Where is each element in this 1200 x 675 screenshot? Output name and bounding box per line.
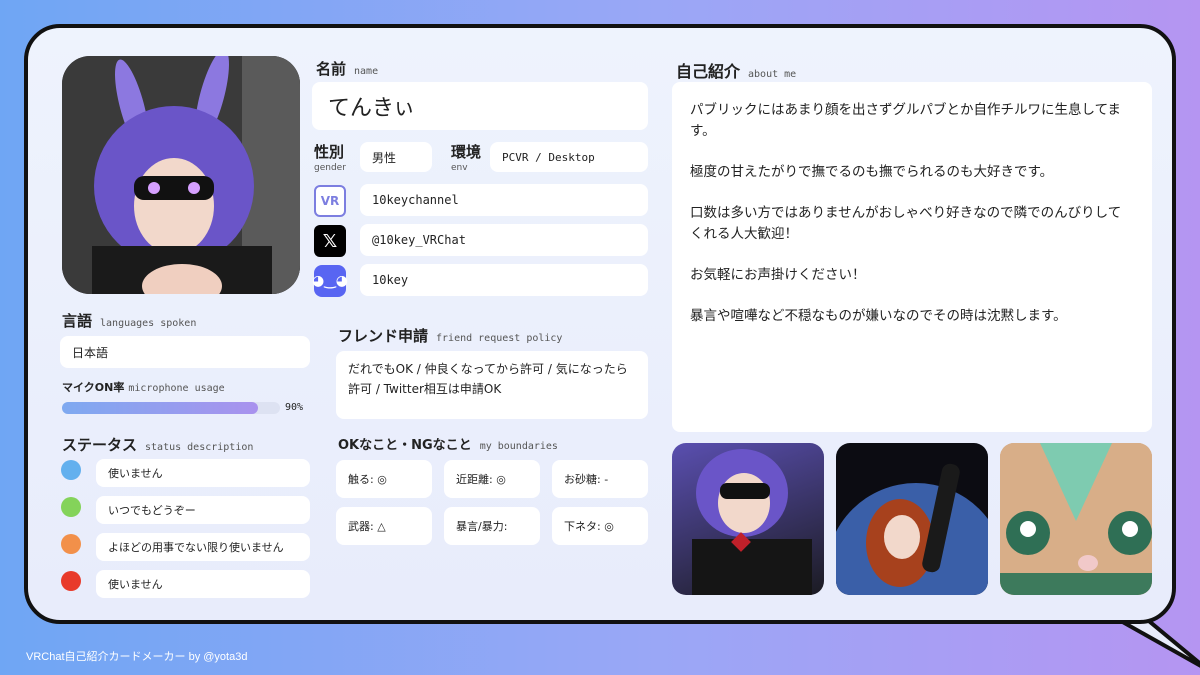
boundary-item-text: 武器: △ [348,520,386,533]
name-value: てんきぃ [328,96,416,121]
boundary-item: 武器: △ [336,507,432,545]
status-item: よほどの用事でない限り使いません [96,533,310,561]
mic-progress-bar [62,402,280,414]
boundary-item: お砂糖: - [552,460,648,498]
boundary-item-text: 近距離: ◎ [456,473,506,486]
vrchat-value: 10keychannel [372,193,459,207]
status-item: いつでもどうぞー [96,496,310,524]
status-dot [61,534,81,554]
gender-value: 男性 [372,150,397,165]
status-item-text: 使いません [108,578,163,591]
boundary-item: 触る: ◎ [336,460,432,498]
mic-progress-fill [62,402,259,414]
gallery-photo-2 [836,443,988,595]
avatar-illustration [62,56,300,294]
status-dot [61,571,81,591]
mic-label: マイクON率 microphone usage [62,381,225,394]
about-paragraph: パブリックにはあまり顔を出さずグルパブとか自作チルワに生息してます。 [690,102,1121,139]
status-item: 使いません [96,459,310,487]
env-label: 環境 env [451,143,482,173]
boundary-item-text: 下ネタ: ◎ [564,520,614,533]
discord-field: 10key [360,264,648,296]
boundary-item-text: お砂糖: - [564,473,609,486]
languages-value: 日本語 [72,345,109,360]
gender-field: 男性 [360,142,432,172]
vrchat-field: 10keychannel [360,184,648,216]
boundary-item-text: 暴言/暴力: [456,520,508,533]
about-label: 自己紹介 about me [676,62,797,81]
friend-value: だれでもOK / 仲良くなってから許可 / 気になったら許可 / Twitter… [348,362,628,396]
boundary-item: 近距離: ◎ [444,460,540,498]
mic-percent: 90% [285,402,304,413]
about-paragraph: 口数は多い方ではありませんがおしゃべり好きなので隣でのんびりしてくれる人大歓迎！ [690,205,1122,242]
languages-field: 日本語 [60,336,310,368]
status-item-text: 使いません [108,467,163,480]
gender-label: 性別 gender [314,143,346,173]
friend-field: だれでもOK / 仲良くなってから許可 / 気になったら許可 / Twitter… [336,351,648,419]
avatar-photo [62,56,300,294]
friend-label: フレンド申請 friend request policy [338,327,563,345]
status-item: 使いません [96,570,310,598]
gallery-photo-1 [672,443,824,595]
x-value: @10key_VRChat [372,233,466,247]
status-item-text: いつでもどうぞー [108,504,196,517]
gallery-illustration-3 [1000,443,1152,595]
discord-value: 10key [372,273,409,287]
env-field: PCVR / Desktop [490,142,648,172]
about-paragraph: お気軽にお声掛けください！ [690,267,866,283]
about-field: パブリックにはあまり顔を出さずグルパブとか自作チルワに生息してます。極度の甘えた… [672,82,1152,432]
boundary-item: 下ネタ: ◎ [552,507,648,545]
about-text: パブリックにはあまり顔を出さずグルパブとか自作チルワに生息してます。極度の甘えた… [672,82,1152,365]
gallery-photo-3 [1000,443,1152,595]
footer-credit: VRChat自己紹介カードメーカー by @yota3d [26,651,248,663]
status-label: ステータス status description [62,436,254,454]
name-label: 名前 name [316,60,379,78]
name-field: てんきぃ [312,82,648,130]
status-dot [61,460,81,480]
gallery-illustration-1 [692,449,812,595]
vrchat-icon: VR [314,185,346,217]
gallery-illustration-2 [836,463,988,595]
x-field: @10key_VRChat [360,224,648,256]
boundary-item-text: 触る: ◎ [348,473,387,486]
about-paragraph: 極度の甘えたがりで撫でるのも撫でられるのも大好きです。 [690,164,1054,180]
boundaries-label: OKなこと・NGなこと my boundaries [338,438,558,453]
env-value: PCVR / Desktop [502,150,595,164]
status-item-text: よほどの用事でない限り使いません [108,541,284,554]
about-paragraph: 暴言や喧嘩など不穏なものが嫌いなのでその時は沈黙します。 [690,308,1067,324]
x-icon: 𝕏 [314,225,346,257]
boundary-item: 暴言/暴力: [444,507,540,545]
status-dot [61,497,81,517]
languages-label: 言語 languages spoken [62,312,197,330]
discord-icon: ◕‿◕ [312,265,348,297]
